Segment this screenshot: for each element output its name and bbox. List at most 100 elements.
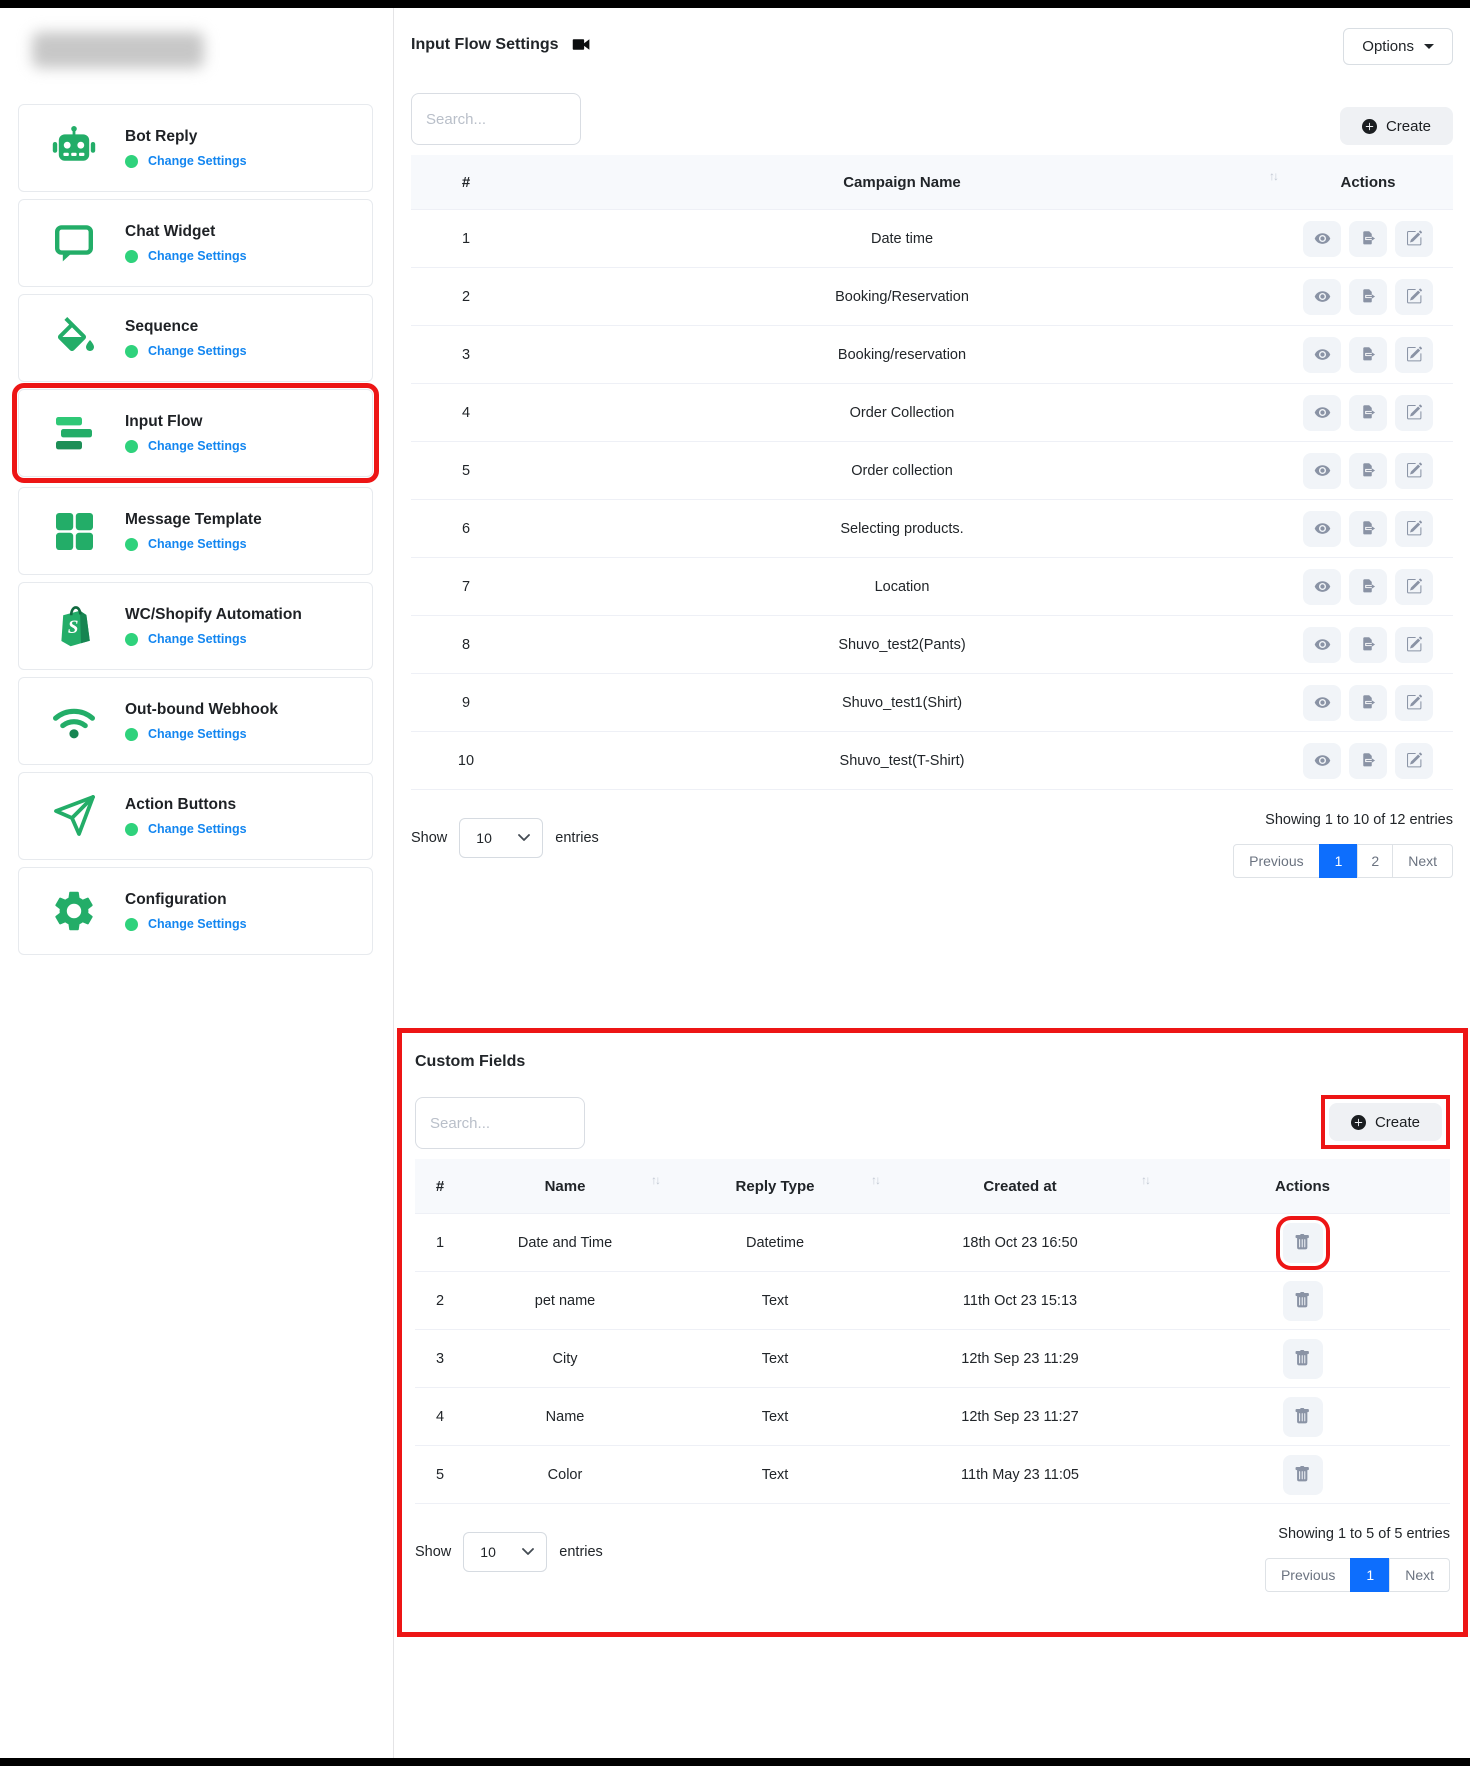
shopify-bag-icon: S	[49, 601, 99, 651]
sidebar-item-configuration[interactable]: Configuration Change Settings	[18, 867, 373, 955]
change-settings-link[interactable]: Change Settings	[148, 439, 247, 453]
campaigns-search-input[interactable]	[411, 93, 581, 145]
created-at-cell: 18th Oct 23 16:50	[885, 1214, 1155, 1271]
column-header-campaign-name: Campaign Name	[843, 174, 961, 191]
view-button[interactable]	[1303, 221, 1341, 257]
previous-page-button[interactable]: Previous	[1233, 844, 1319, 878]
campaigns-create-button[interactable]: Create	[1340, 107, 1453, 145]
export-button[interactable]	[1349, 221, 1387, 257]
sidebar-item-label: WC/Shopify Automation	[125, 606, 302, 624]
sidebar-item-sequence[interactable]: Sequence Change Settings	[18, 294, 373, 382]
edit-button[interactable]	[1395, 685, 1433, 721]
edit-button[interactable]	[1395, 453, 1433, 489]
export-button[interactable]	[1349, 337, 1387, 373]
table-row: 2 pet name Text 11th Oct 23 15:13	[415, 1272, 1450, 1330]
edit-icon	[1406, 636, 1423, 653]
column-header-reply-type: Reply Type	[736, 1178, 815, 1195]
sidebar-item-label: Action Buttons	[125, 796, 247, 814]
delete-button[interactable]	[1283, 1339, 1323, 1379]
change-settings-link[interactable]: Change Settings	[148, 537, 247, 551]
export-button[interactable]	[1349, 743, 1387, 779]
delete-button[interactable]	[1283, 1281, 1323, 1321]
file-export-icon	[1360, 288, 1377, 305]
view-button[interactable]	[1303, 279, 1341, 315]
sidebar-item-input-flow[interactable]: Input Flow Change Settings	[18, 389, 373, 477]
sidebar-item-message-template[interactable]: Message Template Change Settings	[18, 487, 373, 575]
export-button[interactable]	[1349, 279, 1387, 315]
campaigns-table-header: # Campaign Name ↑↓ Actions	[411, 155, 1453, 210]
change-settings-link[interactable]: Change Settings	[148, 727, 247, 741]
sort-icon[interactable]: ↑↓	[1269, 169, 1277, 183]
edit-button[interactable]	[1395, 337, 1433, 373]
edit-button[interactable]	[1395, 743, 1433, 779]
export-button[interactable]	[1349, 627, 1387, 663]
change-settings-link[interactable]: Change Settings	[148, 154, 247, 168]
view-button[interactable]	[1303, 453, 1341, 489]
delete-button[interactable]	[1283, 1455, 1323, 1495]
view-button[interactable]	[1303, 685, 1341, 721]
column-header-actions: Actions	[1155, 1159, 1450, 1213]
edit-icon	[1406, 578, 1423, 595]
sort-icon[interactable]: ↑↓	[1141, 1173, 1149, 1187]
delete-button[interactable]	[1283, 1397, 1323, 1437]
edit-icon	[1406, 694, 1423, 711]
row-number: 9	[411, 674, 521, 731]
export-button[interactable]	[1349, 569, 1387, 605]
edit-button[interactable]	[1395, 221, 1433, 257]
change-settings-link[interactable]: Change Settings	[148, 917, 247, 931]
videocam-icon[interactable]	[571, 34, 592, 55]
view-button[interactable]	[1303, 511, 1341, 547]
change-settings-link[interactable]: Change Settings	[148, 249, 247, 263]
next-page-button[interactable]: Next	[1392, 844, 1453, 878]
table-row: 8 Shuvo_test2(Pants)	[411, 616, 1453, 674]
sidebar-item-bot-reply[interactable]: Bot Reply Change Settings	[18, 104, 373, 192]
sort-icon[interactable]: ↑↓	[651, 1173, 659, 1187]
sidebar-item-chat-widget[interactable]: Chat Widget Change Settings	[18, 199, 373, 287]
export-button[interactable]	[1349, 453, 1387, 489]
export-button[interactable]	[1349, 685, 1387, 721]
page-1-button[interactable]: 1	[1350, 1558, 1390, 1592]
custom-fields-table-header: # Name ↑↓ Reply Type ↑↓ Created at ↑↓ Ac…	[415, 1159, 1450, 1214]
sort-icon[interactable]: ↑↓	[871, 1173, 879, 1187]
page-size-select[interactable]: 10	[463, 1532, 547, 1572]
edit-button[interactable]	[1395, 279, 1433, 315]
page-size-select[interactable]: 10	[459, 818, 543, 858]
view-button[interactable]	[1303, 743, 1341, 779]
custom-fields-search-input[interactable]	[415, 1097, 585, 1149]
eye-icon	[1314, 230, 1331, 247]
field-name-cell: City	[465, 1330, 665, 1387]
page-1-button[interactable]: 1	[1319, 844, 1359, 878]
previous-page-button[interactable]: Previous	[1265, 1558, 1351, 1592]
table-row: 3 City Text 12th Sep 23 11:29	[415, 1330, 1450, 1388]
view-button[interactable]	[1303, 337, 1341, 373]
next-page-button[interactable]: Next	[1389, 1558, 1450, 1592]
robot-icon	[49, 123, 99, 173]
sidebar-item-action-buttons[interactable]: Action Buttons Change Settings	[18, 772, 373, 860]
change-settings-link[interactable]: Change Settings	[148, 344, 247, 358]
eye-icon	[1314, 404, 1331, 421]
options-button[interactable]: Options	[1343, 28, 1453, 65]
show-label: Show	[415, 1544, 451, 1560]
edit-button[interactable]	[1395, 395, 1433, 431]
view-button[interactable]	[1303, 627, 1341, 663]
created-at-cell: 12th Sep 23 11:27	[885, 1388, 1155, 1445]
page-2-button[interactable]: 2	[1357, 844, 1393, 878]
status-dot	[125, 440, 138, 453]
view-button[interactable]	[1303, 569, 1341, 605]
view-button[interactable]	[1303, 395, 1341, 431]
sidebar-item-out-bound-webhook[interactable]: Out-bound Webhook Change Settings	[18, 677, 373, 765]
delete-button[interactable]	[1283, 1223, 1323, 1263]
edit-button[interactable]	[1395, 569, 1433, 605]
export-button[interactable]	[1349, 511, 1387, 547]
sidebar-item-wc-shopify-automation[interactable]: S WC/Shopify Automation Change Settings	[18, 582, 373, 670]
change-settings-link[interactable]: Change Settings	[148, 632, 247, 646]
table-row: 4 Order Collection	[411, 384, 1453, 442]
custom-fields-create-button[interactable]: Create	[1329, 1103, 1442, 1141]
svg-text:S: S	[68, 617, 79, 638]
change-settings-link[interactable]: Change Settings	[148, 822, 247, 836]
edit-button[interactable]	[1395, 627, 1433, 663]
export-button[interactable]	[1349, 395, 1387, 431]
edit-button[interactable]	[1395, 511, 1433, 547]
status-dot	[125, 633, 138, 646]
status-dot	[125, 728, 138, 741]
